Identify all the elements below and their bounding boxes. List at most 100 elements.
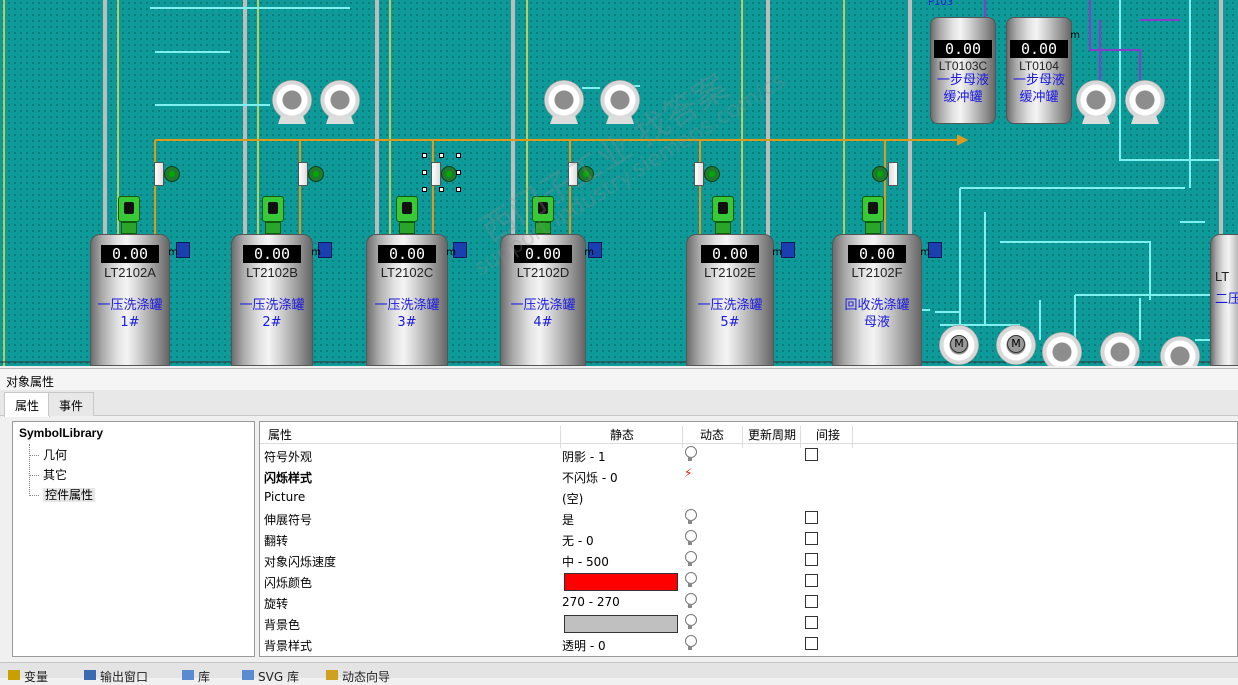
property-row[interactable]: 背景色 <box>260 613 1237 634</box>
tank-lt2102b[interactable]: 0.00 m LT2102B 一压洗涤罐 2# <box>231 234 321 366</box>
static-value[interactable]: (空) <box>562 490 583 507</box>
tank-lt2102d[interactable]: 0.00 m LT2102D 一压洗涤罐 4# <box>500 234 594 366</box>
tab-properties[interactable]: 属性 <box>4 392 51 417</box>
valve-actuator[interactable] <box>294 158 326 188</box>
level-switch[interactable] <box>176 242 190 258</box>
pump[interactable] <box>1100 332 1140 366</box>
static-value[interactable]: 是 <box>562 511 574 528</box>
tree-node-geometry[interactable]: 几何 <box>19 446 248 466</box>
process-graphics-canvas[interactable]: P103 M M 0.00 m LT2102A 一压洗涤罐 1# 0.00 m … <box>0 0 1238 366</box>
color-swatch-flash[interactable] <box>564 573 678 591</box>
indirect-checkbox[interactable] <box>805 637 818 650</box>
pump[interactable] <box>1076 80 1116 124</box>
tank-lt2102e[interactable]: 0.00 m LT2102E 一压洗涤罐 5# <box>686 234 782 366</box>
property-row[interactable]: 对象闪烁速度 中 - 500 <box>260 550 1237 571</box>
level-switch[interactable] <box>928 242 942 258</box>
agitator-motor[interactable] <box>396 196 418 236</box>
dynamic-bulb-icon[interactable] <box>684 446 697 462</box>
col-header-update-cycle[interactable]: 更新周期 <box>748 426 796 443</box>
tank-tag: LT2102E <box>704 265 756 280</box>
dynamic-lightning-icon[interactable]: ⚡ <box>684 466 692 480</box>
tab-dynamic-wizard[interactable]: 动态向导 <box>326 668 390 684</box>
static-value[interactable]: 无 - 0 <box>562 532 594 549</box>
dynamic-bulb-icon[interactable] <box>684 593 697 609</box>
level-readout: 0.00 <box>701 245 759 263</box>
static-value[interactable]: 中 - 500 <box>562 553 609 570</box>
dynamic-bulb-icon[interactable] <box>684 614 697 630</box>
indirect-checkbox[interactable] <box>805 448 818 461</box>
tank-tag: LT2102A <box>104 265 156 280</box>
valve-actuator-selected[interactable] <box>422 153 461 192</box>
tab-output-window[interactable]: 输出窗口 <box>84 668 148 684</box>
pump[interactable] <box>600 80 640 124</box>
tree-root[interactable]: SymbolLibrary <box>19 426 248 446</box>
tree-node-other[interactable]: 其它 <box>19 466 248 486</box>
property-row[interactable]: Picture (空) <box>260 487 1237 508</box>
property-row[interactable]: 旋转 270 - 270 <box>260 592 1237 613</box>
tank-description: 一压洗涤罐 1# <box>97 298 163 330</box>
static-value[interactable]: 阴影 - 1 <box>562 448 606 465</box>
tank-tag: LT2102D <box>516 265 570 280</box>
indirect-checkbox[interactable] <box>805 532 818 545</box>
pump[interactable] <box>1125 80 1165 124</box>
tree-node-control-properties[interactable]: 控件属性 <box>19 486 248 506</box>
indirect-checkbox[interactable] <box>805 574 818 587</box>
property-row[interactable]: 闪烁颜色 <box>260 571 1237 592</box>
valve-actuator[interactable] <box>690 158 722 188</box>
dynamic-bulb-icon[interactable] <box>684 635 697 651</box>
dynamic-bulb-icon[interactable] <box>684 530 697 546</box>
tab-svg-library[interactable]: SVG 库 <box>242 668 299 684</box>
level-switch[interactable] <box>781 242 795 258</box>
pump[interactable] <box>1160 336 1200 366</box>
dynamic-bulb-icon[interactable] <box>684 509 697 525</box>
static-value[interactable]: 透明 - 0 <box>562 637 606 654</box>
tree-node-label: 其它 <box>43 468 68 482</box>
property-row[interactable]: 闪烁样式 不闪烁 - 0 ⚡ <box>260 466 1237 487</box>
tank-description: 一步母液 缓冲罐 <box>1012 73 1065 105</box>
col-header-indirect[interactable]: 间接 <box>816 426 840 443</box>
property-row[interactable]: 背景样式 透明 - 0 <box>260 634 1237 655</box>
color-swatch-background[interactable] <box>564 615 678 633</box>
indirect-checkbox[interactable] <box>805 595 818 608</box>
agitator-motor[interactable] <box>262 196 284 236</box>
dynamic-bulb-icon[interactable] <box>684 572 697 588</box>
tab-label: 输出窗口 <box>100 670 149 684</box>
static-value[interactable]: 不闪烁 - 0 <box>562 469 618 486</box>
indirect-checkbox[interactable] <box>805 511 818 524</box>
tank-lt0104[interactable]: 0.00 m LT0104 一步母液 缓冲罐 <box>1006 17 1080 124</box>
agitator-motor[interactable] <box>862 196 884 236</box>
agitator-motor[interactable] <box>532 196 554 236</box>
tank-lt2102c[interactable]: 0.00 m LT2102C 一压洗涤罐 3# <box>366 234 456 366</box>
tank-lt2102f[interactable]: 0.00 m LT2102F 回收洗涤罐 母液 <box>832 234 930 366</box>
col-header-attribute[interactable]: 属性 <box>268 426 292 443</box>
dynamic-bulb-icon[interactable] <box>684 551 697 567</box>
tree-node-label: 控件属性 <box>43 488 96 502</box>
valve-actuator[interactable] <box>150 158 182 188</box>
pump-motor[interactable]: M <box>939 325 979 366</box>
valve-actuator[interactable] <box>564 158 596 188</box>
pump[interactable] <box>1042 332 1082 366</box>
tank-lt2102a[interactable]: 0.00 m LT2102A 一压洗涤罐 1# <box>90 234 178 366</box>
indirect-checkbox[interactable] <box>805 616 818 629</box>
static-value[interactable]: 270 - 270 <box>562 595 620 609</box>
property-row[interactable]: 翻转 无 - 0 <box>260 529 1237 550</box>
tab-library[interactable]: 库 <box>182 668 210 684</box>
tank-description: 一压洗涤罐 5# <box>697 298 763 330</box>
pump[interactable] <box>272 80 312 124</box>
indirect-checkbox[interactable] <box>805 553 818 566</box>
pump-motor[interactable]: M <box>996 325 1036 366</box>
col-header-static[interactable]: 静态 <box>610 426 634 443</box>
valve-actuator[interactable] <box>870 158 902 188</box>
property-name: 伸展符号 <box>264 513 313 527</box>
tab-tags[interactable]: 变量 <box>8 668 48 684</box>
agitator-motor[interactable] <box>712 196 734 236</box>
tank-partial[interactable]: LT 二压 <box>1210 234 1238 366</box>
pump[interactable] <box>544 80 584 124</box>
tab-events[interactable]: 事件 <box>48 392 95 416</box>
pump[interactable] <box>320 80 360 124</box>
agitator-motor[interactable] <box>118 196 140 236</box>
tank-lt0103c[interactable]: 0.00 LT0103C 一步母液 缓冲罐 <box>930 17 996 124</box>
property-row[interactable]: 伸展符号 是 <box>260 508 1237 529</box>
col-header-dynamic[interactable]: 动态 <box>700 426 724 443</box>
property-row[interactable]: 符号外观 阴影 - 1 <box>260 445 1237 466</box>
